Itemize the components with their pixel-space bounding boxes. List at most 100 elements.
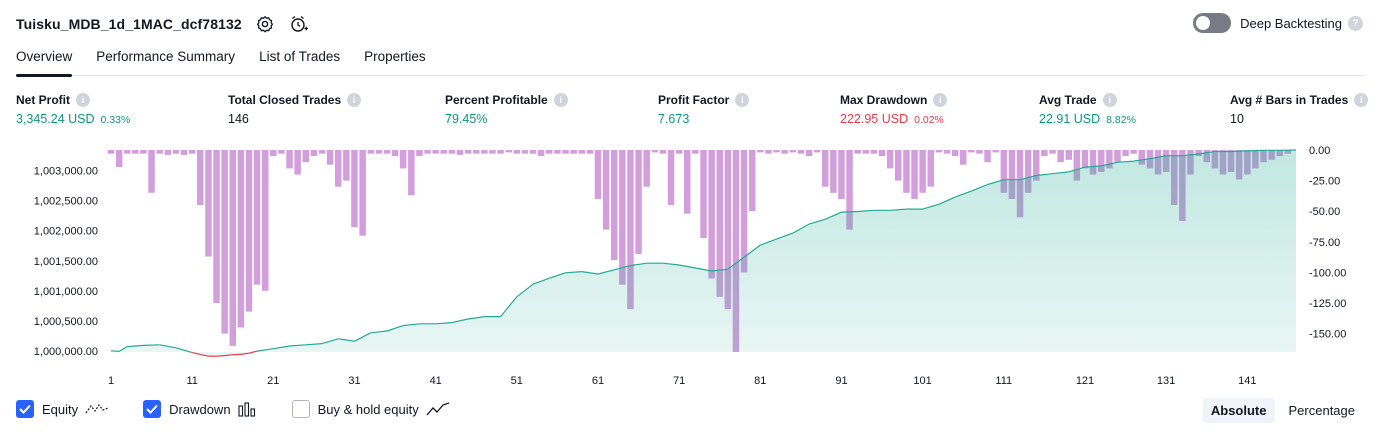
metric-percent: 8.82% (1106, 114, 1136, 126)
x-axis-tick-label: 1 (108, 375, 114, 387)
right-axis-tick-label: 0.00 (1309, 145, 1330, 157)
x-axis-tick-label: 91 (835, 375, 847, 387)
info-icon[interactable]: i (1102, 93, 1117, 107)
drawdown-bar (578, 150, 585, 154)
equity-segment (110, 350, 120, 352)
tab-overview[interactable]: Overview (16, 42, 73, 77)
drawdown-bar (895, 150, 902, 181)
drawdown-bar (473, 150, 480, 154)
drawdown-bar (749, 150, 756, 212)
metric-value: 10 (1230, 112, 1244, 126)
drawdown-bar (464, 150, 472, 154)
metric-value: 222.95 USD (840, 112, 909, 126)
drawdown-bar (497, 150, 504, 154)
add-alert-icon[interactable] (288, 13, 310, 35)
x-axis-tick-label: 141 (1238, 375, 1256, 387)
drawdown-bar (505, 150, 512, 153)
drawdown-bar (221, 150, 228, 334)
metric-label: Net Profit (16, 93, 70, 107)
legend-equity[interactable]: Equity (16, 400, 109, 418)
metric-value: 22.91 USD (1039, 112, 1101, 126)
left-axis-tick-label: 1,000,000.00 (34, 346, 98, 358)
drawdown-bar (960, 150, 967, 165)
tab-list-of-trades[interactable]: List of Trades (259, 42, 340, 76)
x-axis-tick-label: 51 (511, 375, 523, 387)
buy-hold-label: Buy & hold equity (317, 401, 419, 417)
info-icon[interactable]: i (735, 93, 750, 107)
info-icon[interactable]: i (553, 93, 568, 107)
metric-label: Avg Trade (1039, 93, 1097, 107)
drawdown-bar (1065, 150, 1072, 160)
info-icon[interactable]: i (76, 93, 90, 107)
equity-label: Equity (42, 401, 79, 417)
drawdown-bar (692, 150, 699, 154)
chart-legend: Equity Drawdown Buy & hold equity (16, 400, 484, 418)
right-axis-tick-label: -125.00 (1309, 298, 1346, 310)
drawdown-bar (854, 150, 861, 154)
drawdown-bar (262, 150, 269, 291)
drawdown-bar (124, 150, 131, 154)
drawdown-bars-icon (238, 401, 258, 417)
x-axis: 1 11 21 31 41 51 61 71 81 91 101 111 121 131 141 (108, 375, 1257, 387)
drawdown-bar (172, 150, 180, 154)
drawdown-bar (822, 150, 829, 187)
drawdown-bar (399, 150, 407, 169)
buy-hold-checkbox[interactable] (291, 400, 310, 418)
drawdown-bar (903, 150, 910, 193)
drawdown-bar (148, 150, 155, 193)
settings-icon[interactable] (254, 13, 276, 35)
equity-drawdown-chart[interactable]: 1,003,000.00 1,002,500.00 1,002,000.00 1,00… (0, 140, 1379, 390)
legend-buy-hold[interactable]: Buy & hold equity (291, 400, 450, 418)
drawdown-checkbox[interactable] (143, 400, 162, 418)
metric-value: 7.673 (658, 112, 690, 126)
drawdown-bar (635, 150, 642, 255)
drawdown-bar (245, 150, 253, 312)
equity-line-icon (85, 401, 109, 417)
equity-segment (143, 344, 160, 346)
drawdown-bar (1122, 150, 1129, 157)
metric-label: Percent Profitable (445, 93, 548, 107)
drawdown-bar (343, 150, 350, 181)
x-axis-tick-label: 71 (673, 375, 685, 387)
drawdown-bar (359, 150, 366, 236)
tab-performance-summary[interactable]: Performance Summary (96, 42, 235, 76)
drawdown-bar (326, 150, 334, 165)
info-icon[interactable]: i (347, 93, 362, 107)
drawdown-bar (838, 150, 845, 199)
drawdown-bar (757, 150, 764, 153)
drawdown-bar (335, 150, 342, 187)
x-axis-tick-label: 31 (348, 375, 360, 387)
drawdown-bar (432, 150, 439, 154)
drawdown-bar (140, 150, 147, 154)
equity-checkbox[interactable] (16, 400, 34, 418)
drawdown-bar (521, 150, 529, 154)
buy-hold-line-icon (426, 401, 450, 417)
left-axis: 1,003,000.00 1,002,500.00 1,002,000.00 1,00… (34, 166, 98, 358)
percentage-button[interactable]: Percentage (1281, 398, 1364, 423)
metric-profit-factor: Profit Factor i 7.673 (658, 93, 750, 126)
drawdown-bar (951, 150, 959, 157)
metric-total-closed-trades: Total Closed Trades i 146 (228, 93, 362, 126)
deep-backtesting-toggle[interactable] (1193, 13, 1232, 33)
tab-bar: Overview Performance Summary List of Tra… (16, 42, 1363, 77)
drawdown-bar (773, 150, 780, 153)
drawdown-bar (740, 150, 748, 273)
right-axis: 0.00 -25.00 -50.00 -75.00 -100.00 -125.00 -150… (1309, 145, 1346, 341)
drawdown-bar (383, 150, 391, 154)
info-icon[interactable]: i (1354, 93, 1369, 107)
drawdown-bar (294, 150, 301, 175)
metric-net-profit: Net Profit i 3,345.24 USD 0.33% (16, 93, 130, 126)
metric-percent: 0.33% (100, 114, 131, 126)
metric-avg-trade: Avg Trade i 22.91 USD 8.82% (1039, 93, 1136, 126)
left-axis-tick-label: 1,002,500.00 (34, 196, 98, 208)
drawdown-bar (602, 150, 610, 230)
drawdown-bar (886, 150, 894, 169)
drawdown-bar (797, 150, 805, 154)
help-icon[interactable]: ? (1348, 15, 1363, 31)
tab-properties[interactable]: Properties (364, 42, 426, 76)
drawdown-bar (708, 150, 715, 279)
absolute-button[interactable]: Absolute (1202, 398, 1275, 423)
legend-drawdown[interactable]: Drawdown (143, 400, 257, 418)
info-icon[interactable]: i (933, 93, 948, 107)
drawdown-bar (862, 150, 870, 154)
